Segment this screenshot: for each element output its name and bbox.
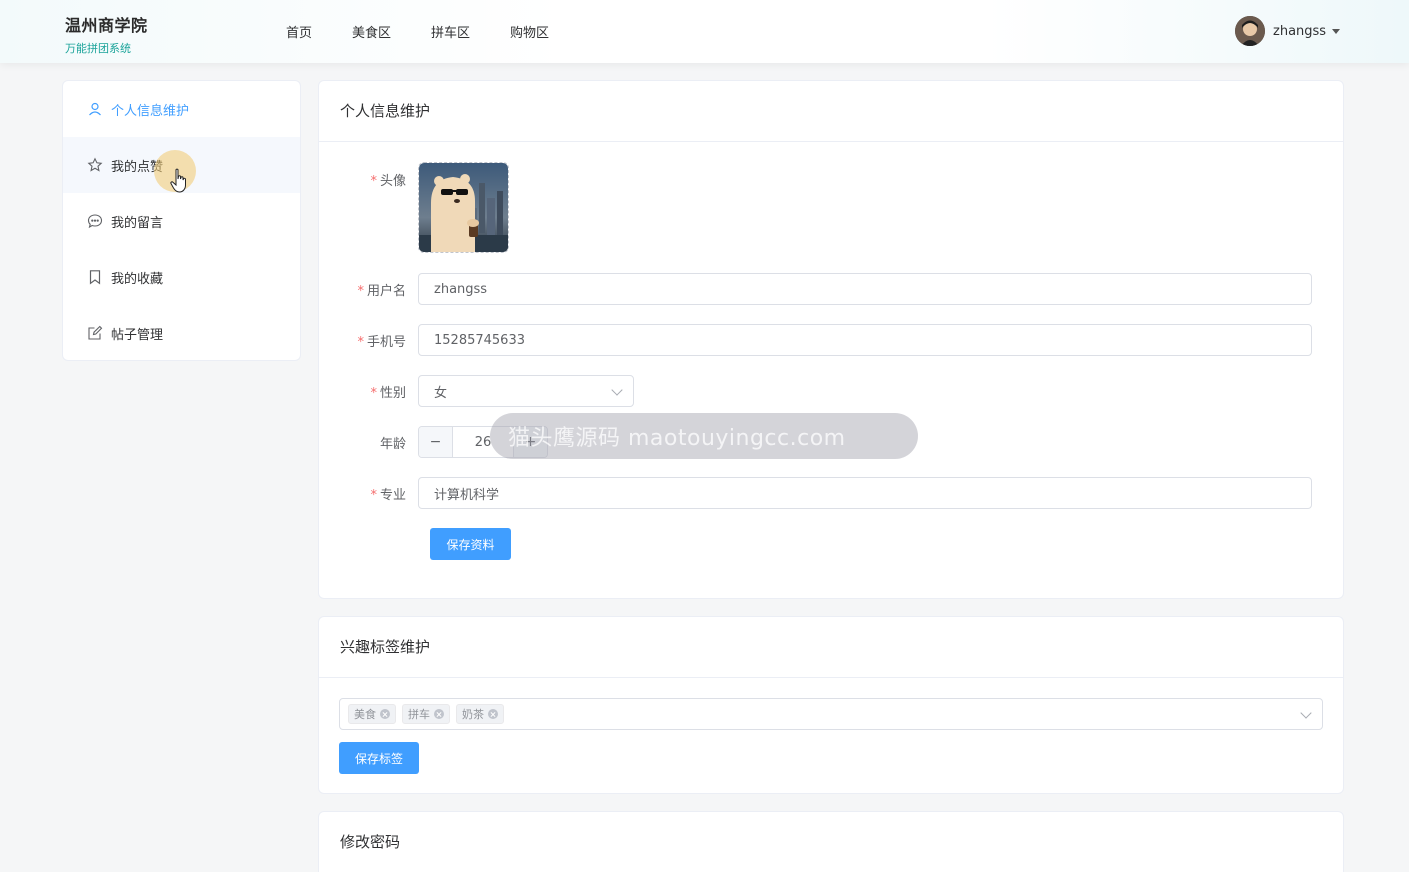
main-nav: 首页 美食区 拼车区 购物区 (286, 22, 589, 41)
brand-title: 温州商学院 (65, 16, 148, 35)
chevron-down-icon (611, 384, 623, 396)
password-card: 修改密码 (318, 811, 1344, 872)
tags-card: 兴趣标签维护 美食 拼车 奶茶 保存标签 (318, 616, 1344, 794)
username-label: * 用户名 (357, 283, 406, 299)
gender-select-value: 女 (434, 385, 448, 401)
avatar-uploader[interactable] (418, 162, 509, 253)
sidebar-item-label: 我的留言 (111, 215, 164, 231)
avatar-label: * 头像 (370, 174, 406, 189)
nav-carpool[interactable]: 拼车区 (431, 22, 470, 41)
user-menu[interactable]: zhangss (1235, 16, 1341, 46)
username: zhangss (1273, 23, 1327, 39)
phone-row: * 手机号 15285745633 (319, 324, 1312, 356)
phone-label: * 手机号 (357, 334, 406, 350)
hand-cursor-icon (170, 168, 186, 193)
tag-chip: 拼车 (402, 704, 450, 724)
close-icon[interactable] (380, 709, 390, 719)
avatar-image (419, 163, 508, 252)
phone-input[interactable]: 15285745633 (418, 324, 1312, 356)
tags-select[interactable]: 美食 拼车 奶茶 (339, 698, 1323, 730)
save-profile-row: 保存资料 (430, 528, 511, 560)
chevron-down-icon[interactable] (1332, 28, 1341, 34)
sidebar-item-posts[interactable]: 帖子管理 (63, 305, 300, 361)
tag-chip: 美食 (348, 704, 396, 724)
sidebar-item-profile[interactable]: 个人信息维护 (63, 81, 300, 137)
age-label: 年龄 (379, 436, 406, 452)
nav-food[interactable]: 美食区 (352, 22, 391, 41)
watermark: 猫头鹰源码 maotouyingcc.com (490, 413, 918, 459)
username-input[interactable]: zhangss (418, 273, 1312, 305)
brand[interactable]: 温州商学院 万能拼团系统 (65, 12, 148, 56)
profile-card: 个人信息维护 * 头像 * 用户名 zhangss * 手机号 15285745… (318, 80, 1344, 599)
major-input[interactable]: 计算机科学 (418, 477, 1312, 509)
top-header: 温州商学院 万能拼团系统 首页 美食区 拼车区 购物区 zhangss (0, 0, 1409, 63)
tag-chip: 奶茶 (456, 704, 504, 724)
password-card-title: 修改密码 (340, 833, 401, 851)
star-icon (87, 157, 103, 173)
sidebar-item-label: 帖子管理 (111, 327, 164, 343)
brand-subtitle: 万能拼团系统 (65, 42, 131, 55)
chevron-down-icon (1300, 707, 1312, 719)
avatar-row: * 头像 (319, 162, 509, 253)
sidebar-item-favorites[interactable]: 我的收藏 (63, 249, 300, 305)
close-icon[interactable] (434, 709, 444, 719)
username-row: * 用户名 zhangss (319, 273, 1312, 305)
edit-icon (87, 325, 103, 341)
bookmark-icon (87, 269, 103, 285)
sidebar-item-label: 个人信息维护 (111, 103, 190, 119)
nav-shopping[interactable]: 购物区 (510, 22, 549, 41)
gender-row: * 性别 女 (319, 375, 634, 407)
age-decrease-button[interactable]: − (419, 427, 452, 457)
tags-card-title: 兴趣标签维护 (319, 617, 1343, 678)
nav-home[interactable]: 首页 (286, 22, 312, 41)
gender-label: * 性别 (370, 385, 406, 401)
major-row: * 专业 计算机科学 (319, 477, 1312, 509)
gender-select[interactable]: 女 (418, 375, 634, 407)
sidebar-item-messages[interactable]: 我的留言 (63, 193, 300, 249)
sidebar-item-label: 我的收藏 (111, 271, 164, 287)
save-profile-button[interactable]: 保存资料 (430, 528, 511, 560)
user-icon (87, 101, 103, 117)
profile-card-title: 个人信息维护 (319, 81, 1343, 142)
major-label: * 专业 (370, 487, 406, 503)
close-icon[interactable] (488, 709, 498, 719)
sidebar: 个人信息维护 我的点赞 我的留言 我的收藏 帖子管理 (62, 80, 301, 361)
save-tags-button[interactable]: 保存标签 (339, 742, 419, 774)
chat-icon (87, 213, 103, 229)
avatar[interactable] (1235, 16, 1265, 46)
